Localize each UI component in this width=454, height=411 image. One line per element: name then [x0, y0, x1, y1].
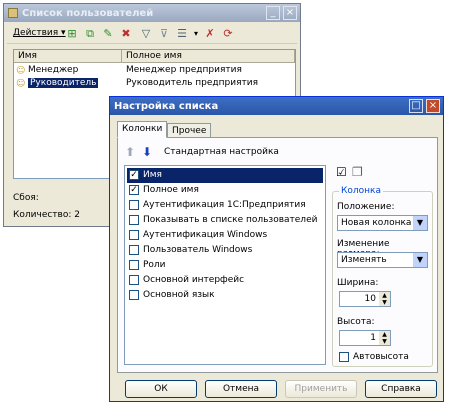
chevron-down-icon[interactable]: ▼	[413, 253, 427, 267]
actions-menu[interactable]: Действия ▾	[13, 28, 66, 38]
list-item-label: Роли	[143, 260, 166, 270]
minimize-button[interactable]: _	[266, 6, 280, 20]
tree-icon[interactable]: ☰	[175, 27, 189, 41]
table-cell-name: ☺ Менеджер	[14, 64, 122, 77]
tab-other-label: Прочее	[172, 126, 207, 136]
list-item-checkbox[interactable]	[129, 275, 139, 285]
column-header-name[interactable]: Имя	[14, 50, 122, 63]
tab-panel: ⬆ ⬇ Стандартная настройка ✓ Имя ✓ Полное…	[117, 137, 438, 373]
user-list-titlebar[interactable]: Список пользователей	[4, 4, 300, 22]
list-item[interactable]: Основной язык	[127, 288, 323, 303]
list-item[interactable]: ✓ Полное имя	[127, 183, 323, 198]
row-name: Руководитель	[28, 78, 99, 88]
width-value: 10	[364, 294, 376, 304]
list-item[interactable]: Аутентификация Windows	[127, 228, 323, 243]
list-item-checkbox[interactable]	[129, 290, 139, 300]
list-item[interactable]: ✓ Имя	[127, 168, 323, 183]
arrow-up-icon[interactable]: ⬆	[125, 145, 135, 159]
dialog-close-button[interactable]: ×	[426, 99, 440, 113]
table-row[interactable]: ☺ Руководитель Руководитель предприятия	[14, 77, 295, 90]
column-header-full-name[interactable]: Полное имя	[122, 50, 295, 63]
dropdown-icon[interactable]: ▾	[189, 27, 203, 41]
list-item-checkbox[interactable]	[129, 245, 139, 255]
list-item[interactable]: Роли	[127, 258, 323, 273]
user-list-title: Список пользователей	[22, 7, 154, 19]
position-select[interactable]: Новая колонка ▼	[337, 215, 428, 231]
list-item-checkbox[interactable]: ✓	[129, 185, 139, 195]
list-item-label: Основной язык	[143, 290, 215, 300]
maximize-button[interactable]: □	[409, 99, 423, 113]
app-icon	[8, 8, 18, 18]
list-item-label: Аутентификация 1С:Предприятия	[143, 200, 306, 210]
column-group-title: Колонка	[339, 186, 383, 196]
width-stepper[interactable]: 10 ▲ ▼	[339, 291, 391, 307]
toolbar: Действия ▾ ⊞ ⧉ ✎ ✖ ▽ ⊽ ☰ ▾ ✗ ⟳	[7, 24, 297, 44]
add-icon[interactable]: ⊞	[65, 27, 79, 41]
footer-label-1: Сбоя:	[13, 193, 39, 203]
user-icon: ☺	[16, 79, 26, 89]
check-all-icon[interactable]: ☑	[336, 165, 347, 179]
list-item-label: Основной интерфейс	[143, 275, 245, 285]
list-settings-dialog: Настройка списка □ × Колонки Прочее ⬆ ⬇ …	[109, 96, 444, 402]
list-item-checkbox[interactable]	[129, 230, 139, 240]
stepper-arrows-icon[interactable]: ▲ ▼	[379, 292, 390, 306]
table-cell-name: ☺ Руководитель	[14, 77, 122, 90]
delete-icon[interactable]: ✖	[119, 27, 133, 41]
columns-list: ✓ Имя ✓ Полное имя Аутентификация 1С:Пре…	[124, 165, 326, 365]
height-stepper[interactable]: 1 ▲ ▼	[339, 330, 391, 346]
position-value: Новая колонка	[341, 218, 412, 228]
width-label: Ширина:	[337, 278, 379, 288]
clear-filter-icon[interactable]: ✗	[203, 27, 217, 41]
row-name: Менеджер	[28, 65, 79, 75]
arrow-down-icon[interactable]: ⬇	[142, 145, 152, 159]
autoheight-box[interactable]	[339, 352, 349, 362]
tab-columns-label: Колонки	[122, 124, 163, 134]
list-item-label: Имя	[143, 170, 162, 180]
column-group: Колонка Положение: Новая колонка ▼ Измен…	[332, 186, 433, 367]
count-label: Количество: 2	[13, 210, 80, 220]
list-item-label: Аутентификация Windows	[143, 230, 268, 240]
standard-settings-link[interactable]: Стандартная настройка	[164, 147, 279, 157]
edit-icon[interactable]: ✎	[101, 27, 115, 41]
cancel-button[interactable]: Отмена	[205, 380, 277, 398]
uncheck-all-icon[interactable]: ❐	[352, 165, 363, 179]
dialog-titlebar[interactable]: Настройка списка	[110, 97, 443, 115]
ok-button[interactable]: ОК	[125, 380, 197, 398]
close-button[interactable]: ×	[283, 6, 297, 20]
height-value: 1	[370, 333, 376, 343]
count-value: 2	[74, 210, 80, 220]
help-button[interactable]: Справка	[365, 380, 437, 398]
list-item-label: Пользователь Windows	[143, 245, 253, 255]
list-item-label: Показывать в списке пользователей	[143, 215, 318, 225]
copy-icon[interactable]: ⧉	[83, 27, 97, 41]
list-item-checkbox[interactable]	[129, 215, 139, 225]
stepper-arrows-icon[interactable]: ▲ ▼	[379, 331, 390, 345]
tab-columns[interactable]: Колонки	[117, 121, 168, 138]
resize-select[interactable]: Изменять ▼	[337, 252, 428, 268]
height-label: Высота:	[337, 317, 375, 327]
actions-label: Действия	[13, 28, 59, 38]
list-item-checkbox[interactable]	[129, 260, 139, 270]
table-row[interactable]: ☺ Менеджер Менеджер предприятия	[14, 64, 295, 77]
autoheight-label: Автовысота	[353, 352, 409, 362]
list-item-checkbox[interactable]	[129, 200, 139, 210]
chevron-down-icon[interactable]: ▼	[413, 216, 427, 230]
tab-other[interactable]: Прочее	[167, 123, 212, 137]
filter-icon[interactable]: ▽	[139, 27, 153, 41]
count-label-text: Количество:	[13, 210, 72, 220]
refresh-icon[interactable]: ⟳	[221, 27, 235, 41]
list-item-label: Полное имя	[143, 185, 199, 195]
position-label: Положение:	[337, 202, 395, 212]
list-item[interactable]: Основной интерфейс	[127, 273, 323, 288]
list-item[interactable]: Показывать в списке пользователей	[127, 213, 323, 228]
list-item[interactable]: Пользователь Windows	[127, 243, 323, 258]
dialog-title: Настройка списка	[114, 100, 219, 112]
list-item[interactable]: Аутентификация 1С:Предприятия	[127, 198, 323, 213]
resize-value: Изменять	[341, 255, 387, 265]
table-cell-full-name: Руководитель предприятия	[126, 78, 258, 88]
apply-button[interactable]: Применить	[285, 380, 357, 398]
table-cell-full-name: Менеджер предприятия	[126, 65, 242, 75]
filter-off-icon[interactable]: ⊽	[157, 27, 171, 41]
list-item-checkbox[interactable]: ✓	[129, 170, 139, 180]
